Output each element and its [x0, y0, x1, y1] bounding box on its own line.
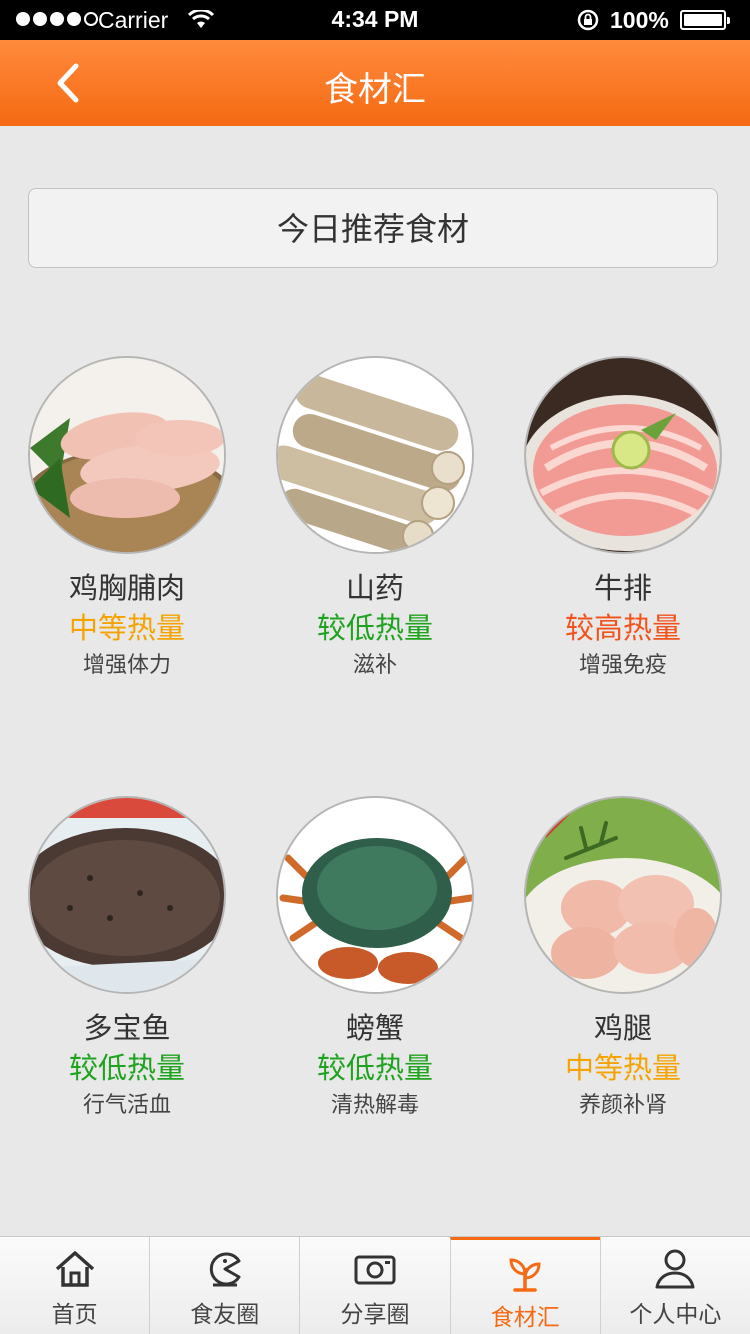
tab-label: 食友圈 [190, 1302, 260, 1328]
tab-share[interactable]: 分享圈 [299, 1237, 449, 1334]
bottom-tab-bar: 首页 食友圈 分享圈 食材汇 个人中心 [0, 1236, 750, 1334]
food-effect: 行气活血 [82, 1093, 171, 1118]
food-effect: 增强免疫 [578, 653, 667, 678]
battery-icon [680, 10, 730, 30]
nav-bar: 食材汇 [0, 40, 750, 126]
tab-ingredients[interactable]: 食材汇 [449, 1237, 600, 1334]
calorie-level: 较高热量 [564, 611, 681, 645]
calorie-level: 较低热量 [316, 611, 433, 645]
home-icon [55, 1251, 94, 1287]
food-item[interactable]: 牛排 较高热量 增强免疫 [500, 356, 746, 684]
rotation-lock-icon [577, 9, 599, 31]
crab-image [276, 796, 474, 994]
turbot-image [28, 796, 226, 994]
food-name: 鸡腿 [593, 1011, 652, 1045]
battery-percent: 100% [610, 7, 669, 33]
food-effect: 滋补 [352, 653, 397, 678]
food-name: 山药 [345, 571, 404, 605]
food-name: 多宝鱼 [83, 1011, 171, 1045]
sprout-icon [509, 1258, 541, 1292]
tab-label: 个人中心 [629, 1302, 722, 1328]
pacman-icon [209, 1252, 241, 1287]
today-recommend-button[interactable]: 今日推荐食材 [28, 188, 718, 268]
food-name: 鸡胸脯肉 [68, 571, 185, 605]
yam-image [276, 356, 474, 554]
page-title: 食材汇 [324, 70, 426, 110]
food-item[interactable]: 鸡腿 中等热量 养颜补肾 [500, 796, 746, 1124]
calorie-level: 较低热量 [316, 1051, 433, 1085]
calorie-level: 中等热量 [564, 1051, 681, 1085]
food-item[interactable]: 螃蟹 较低热量 清热解毒 [252, 796, 498, 1124]
food-effect: 增强体力 [82, 653, 171, 678]
food-effect: 清热解毒 [330, 1093, 419, 1118]
calorie-level: 较低热量 [68, 1051, 185, 1085]
tab-label: 分享圈 [340, 1302, 410, 1328]
food-item[interactable]: 山药 较低热量 滋补 [252, 356, 498, 684]
steak-image [524, 356, 722, 554]
tab-profile[interactable]: 个人中心 [599, 1237, 750, 1334]
user-icon [655, 1249, 695, 1289]
status-bar: Carrier 4:34 PM 100% [0, 0, 750, 40]
tab-label: 首页 [51, 1302, 98, 1328]
food-item[interactable]: 鸡胸脯肉 中等热量 增强体力 [4, 356, 250, 684]
calorie-level: 中等热量 [68, 611, 185, 645]
chicken-breast-image [28, 356, 226, 554]
food-name: 牛排 [593, 571, 652, 605]
tab-home[interactable]: 首页 [0, 1237, 149, 1334]
tab-food-friends[interactable]: 食友圈 [149, 1237, 299, 1334]
food-item[interactable]: 多宝鱼 较低热量 行气活血 [4, 796, 250, 1124]
tab-label: 食材汇 [490, 1305, 560, 1331]
food-name: 螃蟹 [345, 1011, 404, 1045]
camera-icon [354, 1255, 396, 1285]
chicken-leg-image [524, 796, 722, 994]
food-effect: 养颜补肾 [578, 1093, 667, 1118]
